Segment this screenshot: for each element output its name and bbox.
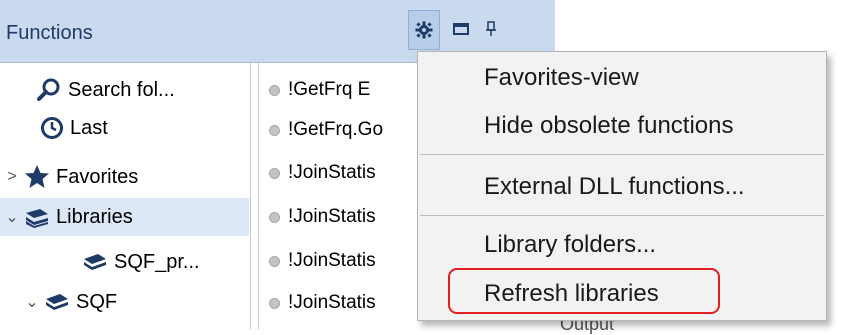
window-icon [453,23,469,35]
tree-item-last[interactable]: Last [40,109,108,147]
window-button[interactable] [446,10,476,48]
star-icon [25,165,49,188]
function-name: !JoinStatis [288,162,376,183]
bullet-icon [269,297,280,309]
menu-item-library-folders[interactable]: Library folders... [484,231,656,259]
search-icon [37,78,60,101]
gear-icon [415,21,433,39]
tree-item-libraries[interactable]: ⌄ Libraries [0,198,249,236]
panel-title: Functions [6,22,93,44]
tree-item-label: Favorites [56,165,139,188]
book-icon [46,294,68,310]
bullet-icon [269,84,280,96]
tree-item-label: Last [70,116,108,139]
tree-item-label: Libraries [56,205,133,228]
tree-item-label: SQF [76,290,118,313]
function-tree: Search fol... Last > Favorites ⌄ Librari… [0,63,251,329]
function-name: !JoinStatis [288,250,376,271]
bullet-icon [269,255,280,267]
collapse-caret-icon[interactable]: ⌄ [0,207,24,227]
tree-item-sqf-pr[interactable]: SQF_pr... [82,243,200,281]
bullet-icon [269,124,280,136]
bullet-icon [269,211,280,223]
clock-icon [41,117,63,139]
tree-item-favorites[interactable]: > Favorites [0,158,138,196]
function-name: !JoinStatis [288,292,376,313]
menu-separator [420,154,824,155]
pin-icon [486,21,496,36]
menu-item-hide-obsolete[interactable]: Hide obsolete functions [484,112,734,140]
expand-caret-icon[interactable]: > [0,168,24,186]
gear-button[interactable] [408,10,440,50]
tree-item-search[interactable]: Search fol... [36,71,175,109]
menu-item-external-dll[interactable]: External DLL functions... [484,173,745,201]
function-name: !GetFrq E [288,79,371,100]
menu-item-favorites-view[interactable]: Favorites-view [484,64,639,92]
highlight-annotation [448,268,720,314]
pin-button[interactable] [476,10,506,48]
books-icon [26,209,48,228]
tree-item-label: Search fol... [68,78,175,101]
bullet-icon [269,167,280,179]
book-icon [84,254,106,270]
menu-separator [420,215,824,216]
function-name: !JoinStatis [288,206,376,227]
tree-item-sqf[interactable]: ⌄ SQF [20,283,117,321]
function-name: !GetFrq.Go [288,119,384,140]
tree-item-label: SQF_pr... [114,250,200,273]
collapse-caret-icon[interactable]: ⌄ [20,292,44,312]
